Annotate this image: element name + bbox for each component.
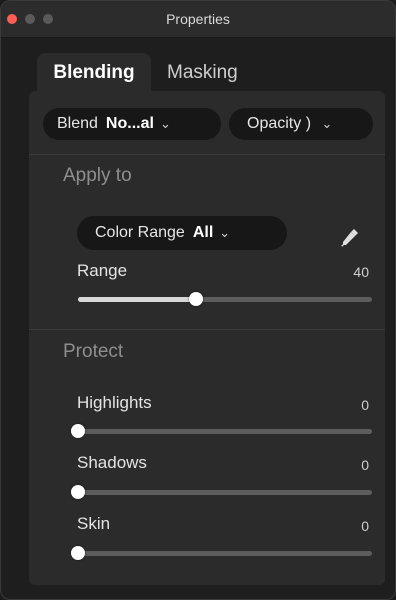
color-range-dropdown[interactable]: Color Range All ⌄ [77, 216, 287, 250]
blend-mode-dropdown[interactable]: Blend No...al ⌄ [43, 108, 221, 140]
skin-slider[interactable] [71, 546, 372, 560]
opacity-value: ) [305, 115, 312, 132]
skin-label: Skin [77, 514, 111, 533]
divider [29, 154, 385, 155]
chevron-down-icon: ⌄ [321, 116, 333, 131]
range-slider-thumb[interactable] [188, 292, 203, 306]
blend-value: No...al [105, 115, 154, 132]
range-slider[interactable] [78, 292, 372, 306]
title-bar: Properties [1, 1, 395, 38]
opacity-label: Opacity [247, 115, 302, 132]
opacity-dropdown[interactable]: Opacity ) ⌄ [229, 108, 373, 140]
highlights-value: 0 [361, 397, 369, 413]
shadows-slider[interactable] [71, 485, 372, 499]
shadows-value: 0 [361, 457, 369, 473]
highlights-slider-thumb[interactable] [71, 424, 85, 438]
chevron-down-icon: ⌄ [159, 116, 171, 131]
skin-value: 0 [361, 518, 369, 534]
eyedropper-icon[interactable] [339, 226, 361, 248]
blending-panel: Blend No...al ⌄ Opacity ) ⌄ Apply to Color… [29, 91, 385, 585]
highlights-label: Highlights [77, 393, 152, 412]
tab-blending[interactable]: Blending [37, 53, 151, 93]
color-range-value: All [192, 224, 214, 241]
chevron-down-icon: ⌄ [219, 225, 231, 240]
color-range-label: Color Range [95, 224, 185, 241]
shadows-slider-thumb[interactable] [71, 485, 85, 499]
range-value: 40 [353, 264, 369, 280]
window-title: Properties [166, 11, 230, 27]
divider [29, 329, 385, 330]
shadows-label: Shadows [77, 453, 147, 472]
properties-window: Properties Blending Masking Blend No...al… [0, 0, 396, 600]
skin-slider-thumb[interactable] [71, 546, 85, 560]
protect-heading: Protect [63, 341, 124, 362]
highlights-slider[interactable] [71, 424, 372, 438]
apply-to-heading: Apply to [63, 165, 132, 186]
tab-masking[interactable]: Masking [167, 53, 238, 93]
blend-label: Blend [57, 115, 98, 132]
range-label: Range [77, 261, 128, 280]
range-slider-fill [78, 297, 196, 302]
